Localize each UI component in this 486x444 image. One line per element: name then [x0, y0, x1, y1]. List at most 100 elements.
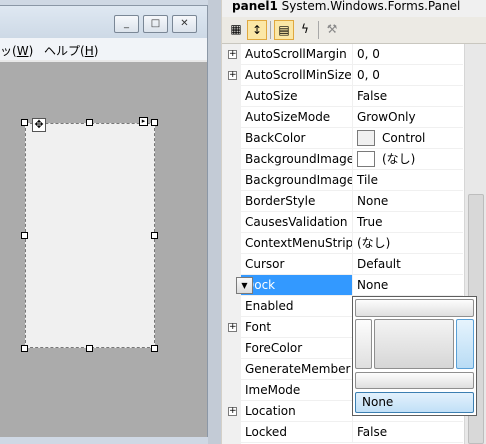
property-value[interactable]: None: [353, 275, 463, 296]
property-row[interactable]: AutoSizeMode GrowOnly: [222, 107, 486, 128]
property-value[interactable]: Default: [353, 254, 463, 275]
toolbar-separator: [270, 21, 271, 39]
property-name[interactable]: Font: [241, 317, 353, 338]
menu-help-label: ヘルプ(: [44, 44, 85, 58]
dock-dropdown-button[interactable]: ▼: [236, 277, 253, 294]
expand-plus-icon[interactable]: +: [228, 50, 237, 59]
property-name[interactable]: CausesValidation: [241, 212, 353, 233]
form-designer: _ □ ✕ ッ(W) ヘルプ(H) ✥ ▸: [0, 0, 221, 444]
form-client-area[interactable]: ✥ ▸: [0, 60, 207, 437]
property-pages-wrench-icon[interactable]: ⚒: [322, 20, 342, 40]
alphabetical-icon[interactable]: ↕: [247, 20, 267, 40]
property-name[interactable]: AutoScrollMargin: [241, 44, 353, 65]
resize-handle-se[interactable]: [151, 345, 158, 352]
property-value[interactable]: Control: [353, 128, 463, 149]
form-menu-strip: ッ(W) ヘルプ(H): [0, 38, 207, 60]
property-row[interactable]: Cursor Default: [222, 254, 486, 275]
property-name[interactable]: ForeColor: [241, 338, 353, 359]
expand-plus-icon[interactable]: +: [228, 407, 237, 416]
object-name: panel1: [232, 0, 278, 13]
property-name[interactable]: AutoSize: [241, 86, 353, 107]
categorized-icon[interactable]: ▦: [226, 20, 246, 40]
color-swatch: [357, 129, 375, 146]
property-value[interactable]: False: [353, 422, 463, 443]
menu-window[interactable]: ッ(W): [0, 42, 33, 59]
maximize-button[interactable]: □: [143, 15, 168, 33]
property-row[interactable]: BackColor Control: [222, 128, 486, 149]
close-button[interactable]: ✕: [172, 15, 197, 33]
property-value[interactable]: 0, 0: [353, 44, 463, 65]
dock-right-button[interactable]: [456, 319, 474, 369]
property-name[interactable]: BackgroundImage: [241, 170, 353, 191]
property-value-text: (なし): [382, 152, 416, 166]
property-name[interactable]: Location: [241, 401, 353, 422]
property-row[interactable]: ContextMenuStrip (なし): [222, 233, 486, 254]
property-row[interactable]: Locked False: [222, 422, 486, 443]
menu-window-label-end: ): [28, 44, 34, 58]
expand-plus-icon[interactable]: +: [228, 323, 237, 332]
property-row[interactable]: Dock None: [222, 275, 486, 296]
panel1-control[interactable]: [25, 123, 155, 348]
menu-help-label-end: ): [93, 44, 99, 58]
property-value[interactable]: (なし): [353, 233, 463, 254]
move-handle-icon[interactable]: ✥: [32, 118, 46, 132]
minimize-button[interactable]: _: [114, 15, 139, 33]
events-lightning-icon[interactable]: ϟ: [295, 20, 315, 40]
property-value[interactable]: True: [353, 212, 463, 233]
property-value[interactable]: False: [353, 86, 463, 107]
property-row[interactable]: BackgroundImage (なし): [222, 149, 486, 170]
resize-handle-n[interactable]: [86, 119, 93, 126]
properties-icon[interactable]: ▤: [274, 20, 294, 40]
resize-handle-nw[interactable]: [21, 119, 28, 126]
property-name[interactable]: Locked: [241, 422, 353, 443]
dock-left-button[interactable]: [355, 319, 372, 369]
toolbar-separator-2: [318, 21, 319, 39]
design-form[interactable]: _ □ ✕ ッ(W) ヘルプ(H) ✥ ▸: [0, 5, 208, 437]
dock-bottom-button[interactable]: [355, 372, 474, 389]
property-value[interactable]: None: [353, 191, 463, 212]
dock-picker-dropdown: None: [352, 296, 477, 416]
properties-toolbar: ▦ ↕ ▤ ϟ ⚒: [222, 17, 486, 44]
property-value-text: Control: [382, 131, 426, 145]
form-title-bar[interactable]: _ □ ✕: [0, 6, 207, 38]
property-value-text: False: [357, 89, 388, 103]
property-value-text: 0, 0: [357, 47, 380, 61]
property-value[interactable]: GrowOnly: [353, 107, 463, 128]
resize-handle-ne[interactable]: [151, 119, 158, 126]
color-swatch: [357, 150, 375, 167]
property-value[interactable]: 0, 0: [353, 65, 463, 86]
resize-handle-e[interactable]: [151, 232, 158, 239]
smart-tag-arrow-icon[interactable]: ▸: [139, 117, 148, 126]
dock-fill-button[interactable]: [374, 319, 454, 369]
expand-plus-icon[interactable]: +: [228, 71, 237, 80]
property-row[interactable]: CausesValidation True: [222, 212, 486, 233]
property-row[interactable]: BackgroundImage Tile: [222, 170, 486, 191]
property-value[interactable]: (なし): [353, 149, 463, 170]
property-name[interactable]: Dock: [241, 275, 353, 296]
property-name[interactable]: BackColor: [241, 128, 353, 149]
property-row[interactable]: + AutoScrollMinSize 0, 0: [222, 65, 486, 86]
selected-object-header[interactable]: panel1 System.Windows.Forms.Panel: [222, 0, 486, 16]
resize-handle-sw[interactable]: [21, 345, 28, 352]
property-value-text: None: [357, 278, 389, 292]
property-name[interactable]: ImeMode: [241, 380, 353, 401]
menu-help[interactable]: ヘルプ(H): [44, 42, 98, 59]
property-name[interactable]: AutoSizeMode: [241, 107, 353, 128]
property-value[interactable]: Tile: [353, 170, 463, 191]
resize-handle-s[interactable]: [86, 345, 93, 352]
property-name[interactable]: AutoScrollMinSize: [241, 65, 353, 86]
property-name[interactable]: BackgroundImage: [241, 149, 353, 170]
property-row[interactable]: + AutoScrollMargin 0, 0: [222, 44, 486, 65]
property-name[interactable]: Cursor: [241, 254, 353, 275]
dock-none-button[interactable]: None: [355, 392, 474, 413]
property-name[interactable]: BorderStyle: [241, 191, 353, 212]
property-row[interactable]: BorderStyle None: [222, 191, 486, 212]
property-name[interactable]: GenerateMember: [241, 359, 353, 380]
property-value-text: Tile: [357, 173, 379, 187]
dock-top-button[interactable]: [355, 299, 474, 317]
property-name[interactable]: ContextMenuStrip: [241, 233, 353, 254]
property-row[interactable]: AutoSize False: [222, 86, 486, 107]
property-name[interactable]: Enabled: [241, 296, 353, 317]
resize-handle-w[interactable]: [21, 232, 28, 239]
menu-window-label: ッ(: [0, 44, 17, 58]
